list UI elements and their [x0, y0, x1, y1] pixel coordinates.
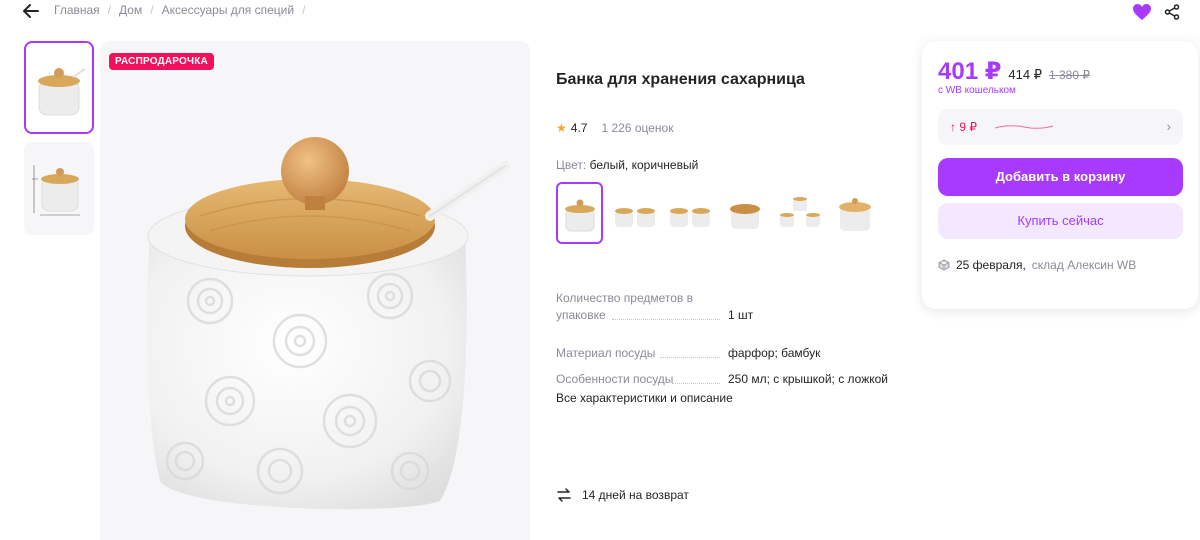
spec-key: Количество предметов в упаковке	[556, 290, 728, 324]
color-value: белый, коричневый	[589, 158, 699, 172]
spec-row: Особенности посуды 250 мл; с крышкой; с …	[556, 371, 916, 388]
price-card: 401 ₽ 414 ₽ 1 380 ₽ с WB кошельком ↑ 9 ₽…	[922, 41, 1198, 309]
add-to-cart-button[interactable]: Добавить в корзину	[938, 158, 1183, 196]
breadcrumb-separator: /	[150, 3, 154, 17]
variant-1[interactable]	[556, 182, 603, 244]
top-bar: Главная / Дом / Аксессуары для специй /	[0, 0, 1200, 24]
spec-row: Количество предметов в упаковке 1 шт	[556, 290, 916, 324]
favorite-button[interactable]	[1132, 2, 1152, 22]
returns-info: 14 дней на возврат	[556, 487, 689, 503]
price-regular: 414 ₽	[1008, 67, 1042, 82]
price-wallet: 401 ₽	[938, 58, 1002, 85]
return-icon	[557, 488, 571, 502]
breadcrumb-home-category[interactable]: Дом	[119, 3, 142, 17]
rating-value: 4.7	[570, 121, 588, 135]
spec-key-line2: упаковке	[556, 308, 606, 322]
breadcrumb-separator: /	[107, 3, 112, 17]
spec-dots	[672, 383, 720, 384]
spec-key: Особенности посуды	[556, 371, 728, 388]
breadcrumb-home[interactable]: Главная	[54, 3, 100, 17]
variant-image-icon	[669, 208, 710, 227]
spec-key: Материал посуды	[556, 345, 728, 362]
arrow-up-icon: ↑	[950, 120, 956, 134]
price-row: 401 ₽ 414 ₽ 1 380 ₽	[938, 57, 1090, 86]
color-label: Цвет: белый, коричневый	[556, 158, 698, 172]
share-icon	[1164, 4, 1180, 20]
variant-image-icon	[614, 208, 655, 227]
cashback-row[interactable]: ↑ 9 ₽ ›	[938, 109, 1183, 145]
variant-4[interactable]	[721, 182, 768, 244]
breadcrumb-spice-accessories[interactable]: Аксессуары для специй	[162, 3, 295, 17]
wallet-note[interactable]: с WB кошельком	[938, 85, 1016, 96]
breadcrumb: Главная / Дом / Аксессуары для специй /	[54, 3, 305, 17]
color-variants	[556, 182, 878, 244]
specs-list: Количество предметов в упаковке 1 шт Мат…	[556, 290, 916, 397]
cashback-value: 9 ₽	[959, 120, 977, 134]
delivery-info: 25 февраля, склад Алексин WB	[938, 258, 1136, 272]
spec-dots	[612, 319, 720, 320]
spec-row: Материал посуды фарфор; бамбук	[556, 345, 916, 362]
spec-key-line1: Количество предметов в	[556, 291, 694, 305]
spec-key-text: Особенности посуды	[556, 372, 674, 386]
spec-value: фарфор; бамбук	[728, 346, 821, 360]
variant-image-icon	[779, 197, 820, 227]
variant-5[interactable]	[776, 182, 823, 244]
thumbnail-gallery	[24, 41, 94, 243]
variant-image-icon	[564, 199, 595, 232]
spec-key-text: Материал посуды	[556, 346, 656, 360]
box-icon	[938, 259, 950, 271]
spec-dots	[660, 357, 720, 358]
delivery-date: 25 февраля,	[956, 258, 1026, 272]
chevron-right-icon: ›	[1166, 119, 1171, 134]
variant-6[interactable]	[831, 182, 878, 244]
heart-icon	[1133, 4, 1151, 20]
top-actions	[1132, 2, 1182, 22]
main-product-image[interactable]: РАСПРОДАРОЧКА	[100, 41, 530, 540]
variant-2[interactable]	[611, 182, 658, 244]
spec-value: 1 шт	[728, 308, 754, 322]
color-label-title: Цвет:	[556, 158, 587, 172]
returns-text: 14 дней на возврат	[582, 488, 689, 502]
all-specs-link[interactable]: Все характеристики и описание	[556, 391, 733, 405]
star-icon: ★	[556, 121, 567, 135]
cashback-amount: ↑ 9 ₽	[950, 120, 977, 134]
spec-value: 250 мл; с крышкой; с ложкой	[728, 372, 889, 386]
variant-3[interactable]	[666, 182, 713, 244]
variant-image-icon	[838, 198, 871, 231]
delivery-warehouse[interactable]: склад Алексин WB	[1032, 258, 1136, 272]
product-title: Банка для хранения сахарница	[556, 71, 805, 88]
dimensions-thumbnail	[32, 164, 80, 215]
product-rating[interactable]: ★ 4.7 1 226 оценок	[556, 121, 673, 135]
price-old: 1 380 ₽	[1049, 68, 1090, 82]
back-button[interactable]	[20, 0, 42, 22]
thumbnail-2[interactable]	[24, 142, 94, 235]
sugar-bowl-photo	[147, 137, 510, 510]
sugar-bowl-thumbnail	[38, 67, 86, 115]
thumbnail-1[interactable]	[24, 41, 94, 134]
share-button[interactable]	[1162, 2, 1182, 22]
arrow-left-icon	[23, 4, 39, 18]
buy-now-button[interactable]: Купить сейчас	[938, 203, 1183, 239]
reviews-count[interactable]: 1 226 оценок	[601, 121, 673, 135]
variant-image-icon	[729, 204, 760, 229]
product-page: Главная / Дом / Аксессуары для специй /	[0, 0, 1200, 540]
breadcrumb-separator: /	[302, 3, 306, 17]
cashback-squiggle	[994, 125, 1054, 129]
